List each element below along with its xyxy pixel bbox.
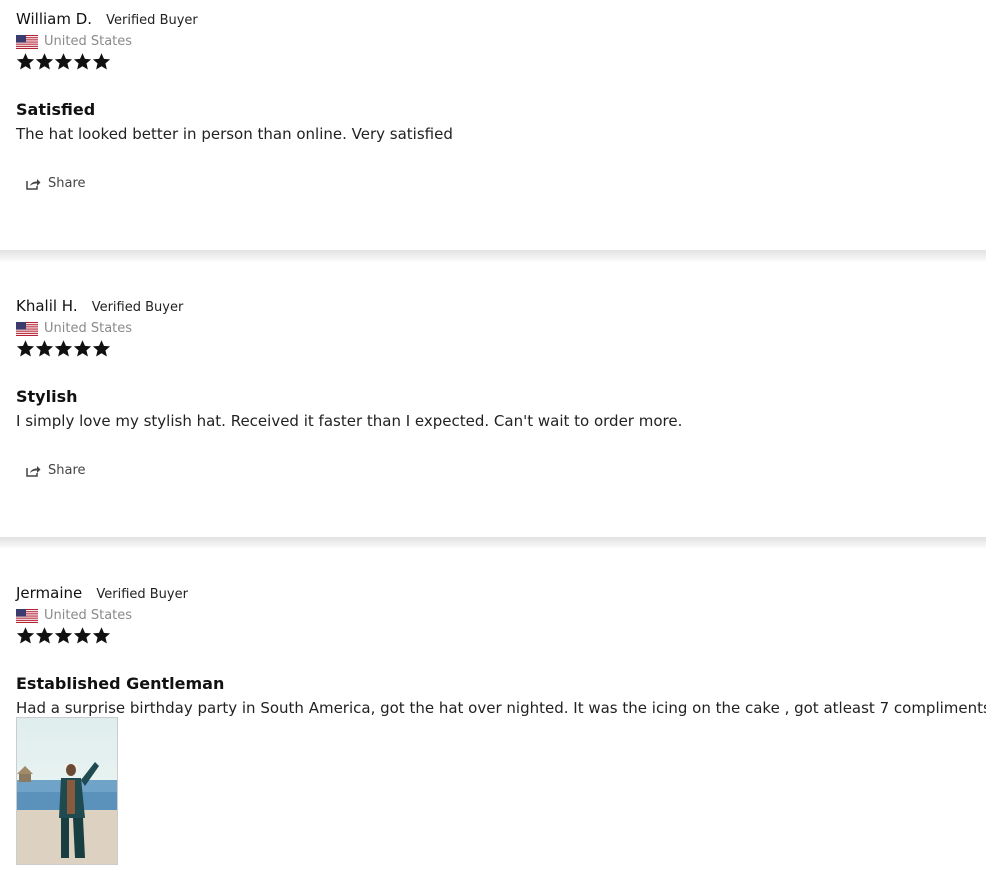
star-icon: [73, 52, 92, 71]
star-icon: [73, 626, 92, 645]
review-divider: [0, 250, 986, 262]
review-card: William D. Verified Buyer United States: [0, 0, 986, 250]
location-text: United States: [44, 607, 133, 623]
reviewer-name: Jermaine: [16, 584, 83, 602]
star-icon: [35, 339, 54, 358]
star-rating: [16, 52, 111, 71]
reviewer-location: United States: [16, 320, 132, 336]
review-photo[interactable]: [16, 717, 118, 865]
star-icon: [35, 626, 54, 645]
reviewer-name: Khalil H.: [16, 297, 78, 315]
share-label: Share: [48, 176, 86, 191]
reviewer-header: Khalil H. Verified Buyer: [16, 296, 183, 315]
verified-buyer-badge: Verified Buyer: [96, 587, 188, 602]
star-icon: [16, 52, 35, 71]
verified-buyer-badge: Verified Buyer: [91, 300, 184, 315]
verified-buyer-badge: Verified Buyer: [106, 13, 198, 28]
location-text: United States: [44, 320, 133, 336]
review-card: Khalil H. Verified Buyer United States S…: [0, 262, 986, 537]
share-button[interactable]: Share: [26, 463, 86, 478]
review-title: Satisfied: [16, 100, 96, 119]
star-icon: [92, 52, 111, 71]
reviewer-location: United States: [16, 33, 132, 49]
star-icon: [54, 52, 73, 71]
location-text: United States: [44, 33, 133, 49]
star-icon: [92, 339, 111, 358]
star-icon: [54, 626, 73, 645]
us-flag-icon: [16, 321, 38, 336]
share-icon: [26, 177, 41, 190]
review-title: Established Gentleman: [16, 674, 225, 693]
star-icon: [92, 626, 111, 645]
reviewer-location: United States: [16, 607, 132, 623]
us-flag-icon: [16, 608, 38, 623]
review-body: The hat looked better in person than onl…: [16, 125, 453, 143]
reviewer-name: William D.: [16, 10, 93, 28]
review-body: I simply love my stylish hat. Received i…: [16, 412, 683, 430]
review-title: Stylish: [16, 387, 78, 406]
share-button[interactable]: Share: [26, 176, 86, 191]
star-icon: [16, 626, 35, 645]
star-rating: [16, 339, 111, 358]
star-icon: [54, 339, 73, 358]
reviewer-header: Jermaine Verified Buyer: [16, 583, 188, 602]
share-label: Share: [48, 463, 86, 478]
us-flag-icon: [16, 34, 38, 49]
reviewer-header: William D. Verified Buyer: [16, 9, 198, 28]
review-divider: [0, 537, 986, 549]
review-body: Had a surprise birthday party in South A…: [16, 699, 986, 717]
star-icon: [73, 339, 92, 358]
share-icon: [26, 464, 41, 477]
review-card: Jermaine Verified Buyer United States Es…: [0, 549, 986, 889]
star-rating: [16, 626, 111, 645]
star-icon: [35, 52, 54, 71]
star-icon: [16, 339, 35, 358]
